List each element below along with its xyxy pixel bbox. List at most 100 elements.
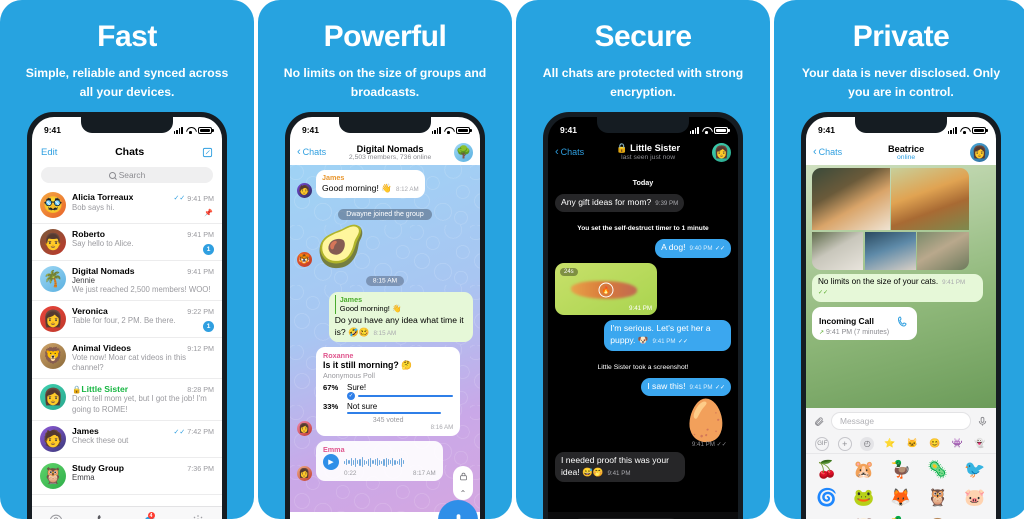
- poll-author: Roxanne: [323, 351, 354, 361]
- avatar-emoji: 👩: [43, 311, 63, 329]
- sticker-item[interactable]: 🦊: [883, 485, 919, 512]
- tab-contacts[interactable]: Contacts: [32, 513, 80, 519]
- table-row[interactable]: 🦉 Study Group 7:36 PM Emma: [32, 458, 222, 495]
- photo-thumbnail[interactable]: [864, 231, 916, 270]
- phone-notch: [339, 117, 431, 133]
- message-input[interactable]: Message: [831, 412, 971, 430]
- photo-album[interactable]: [812, 168, 969, 270]
- message-bubble: No limits on the size of your cats. 9:41 …: [812, 273, 983, 303]
- list-item[interactable]: 🧑 James Good morning! 👋 8:12 AM: [297, 170, 473, 198]
- list-item[interactable]: 🐯 🥑: [297, 227, 473, 267]
- poll-option[interactable]: 67% Sure!: [323, 383, 453, 392]
- table-row[interactable]: 🧑 James ✓✓ 7:42 PM Check these out: [32, 421, 222, 458]
- voice-sender: Emma: [323, 445, 345, 455]
- photo-thumbnail[interactable]: [812, 168, 890, 230]
- sticker-item[interactable]: 🦠: [920, 457, 956, 484]
- sticker[interactable]: 🥑: [316, 227, 366, 267]
- back-button[interactable]: ‹ Chats: [297, 146, 326, 158]
- play-button[interactable]: ▶: [323, 454, 339, 471]
- read-check-icon: ✓✓: [677, 338, 689, 345]
- smiley-sticker-icon[interactable]: 😊: [928, 437, 942, 451]
- sticker-item[interactable]: 🐵: [920, 512, 956, 519]
- table-row[interactable]: 🌴 Digital Nomads 9:41 PM Jennie We just …: [32, 261, 222, 302]
- table-row[interactable]: 🦁 Animal Videos 9:12 PM Vote now! Moar c…: [32, 338, 222, 380]
- table-row[interactable]: 👨 Roberto 9:41 PM Say hello to Alice. 1: [32, 224, 222, 261]
- poll-option-label: Not sure: [347, 402, 378, 412]
- list-item[interactable]: No limits on the size of your cats. 9:41 …: [812, 273, 990, 303]
- sticker-item[interactable]: 🦆: [883, 457, 919, 484]
- record-lock-control[interactable]: ⌃: [453, 466, 473, 500]
- self-destruct-photo[interactable]: 24s 🔥 9:41 PM: [555, 263, 658, 316]
- message-time: 9:41 PM ✓✓: [691, 441, 727, 449]
- call-card[interactable]: Incoming Call ↗ 9:41 PM (7 minutes): [812, 307, 918, 341]
- photo-thumbnail[interactable]: [812, 231, 864, 270]
- chat-name: Alicia Torreaux: [72, 192, 134, 202]
- sticker-item[interactable]: 🌀: [809, 485, 845, 512]
- gif-icon[interactable]: GIF: [815, 436, 830, 451]
- list-item[interactable]: I'm serious. Let's get her a puppy. 🐶 9:4…: [555, 320, 731, 351]
- signal-icon: [173, 126, 183, 134]
- back-button[interactable]: ‹ Chats: [813, 146, 842, 158]
- message-time: 8:12 AM: [395, 185, 419, 193]
- search-input[interactable]: Search: [41, 167, 213, 183]
- tab-calls[interactable]: Calls: [80, 513, 128, 519]
- sticker-item[interactable]: 🦉: [920, 485, 956, 512]
- page-title: Chats: [115, 146, 145, 158]
- table-row[interactable]: 👩 🔒Little Sister 8:28 PM Don't tell mom …: [32, 379, 222, 421]
- edit-button[interactable]: Edit: [41, 147, 57, 158]
- tab-chats[interactable]: 4 Chats: [127, 512, 175, 519]
- message-time: 9:41 PM: [629, 305, 653, 313]
- sticker-item[interactable]: 🐹: [846, 457, 882, 484]
- phone-icon[interactable]: [897, 316, 909, 331]
- panel-subline: All chats are protected with strong encr…: [542, 66, 744, 99]
- table-row[interactable]: 🥸 Alicia Torreaux ✓✓ 9:41 PM Bob says hi.…: [32, 187, 222, 224]
- star-sticker-icon[interactable]: ⭐: [883, 437, 897, 451]
- poll-option[interactable]: 33% Not sure: [323, 402, 453, 411]
- sticker[interactable]: 🥚: [555, 401, 731, 441]
- ghost-sticker-icon[interactable]: 👻: [973, 437, 987, 451]
- avatar[interactable]: 👩: [712, 142, 731, 162]
- list-item[interactable]: A dog! 9:40 PM ✓✓: [555, 239, 731, 259]
- avatar-emoji: 🧑: [43, 430, 63, 448]
- sticker-item[interactable]: 🐢: [957, 512, 993, 519]
- sticker-item[interactable]: 🐶: [846, 512, 882, 519]
- sticker-item[interactable]: 🐷: [957, 485, 993, 512]
- list-item[interactable]: James Good morning! 👋 Do you have any id…: [297, 291, 473, 343]
- voice-message[interactable]: Emma ▶ 0:22 8:17 AM: [316, 441, 443, 482]
- list-item[interactable]: I saw this! 9:41 PM ✓✓: [555, 377, 731, 397]
- avatar: 🧑: [297, 182, 312, 198]
- avatar[interactable]: 👩: [970, 142, 989, 162]
- back-button[interactable]: ‹ Chats: [555, 146, 584, 158]
- sticker-item[interactable]: 🦆: [883, 512, 919, 519]
- list-item[interactable]: Incoming Call ↗ 9:41 PM (7 minutes): [812, 307, 990, 341]
- cat-sticker-icon[interactable]: 🐱: [905, 437, 919, 451]
- photo-thumbnail[interactable]: [891, 168, 969, 230]
- list-item[interactable]: 👩 Roxanne Is it still morning? 🤔 Anonymo…: [297, 347, 473, 437]
- poll-card[interactable]: Roxanne Is it still morning? 🤔 Anonymous…: [316, 347, 461, 437]
- chat-bubbles-icon: 4: [127, 512, 175, 519]
- sticker-grid: 🍒 🐹 🦆 🦠 🐦 🌀 🐸 🦊 🦉 🐷 🦡 🐶: [806, 454, 996, 519]
- photo-thumbnail[interactable]: [917, 231, 969, 270]
- sticker-item[interactable]: 🐸: [846, 485, 882, 512]
- sticker-item[interactable]: 🦡: [809, 512, 845, 519]
- phone-icon: [80, 513, 128, 519]
- tab-settings[interactable]: Settings: [175, 513, 223, 519]
- list-item[interactable]: I needed proof this was your idea! 😅🤭 9:4…: [555, 452, 731, 483]
- sticker-item[interactable]: 🍒: [809, 457, 845, 484]
- avatar: 🧑: [40, 425, 66, 452]
- avatar[interactable]: 🌳: [454, 142, 473, 162]
- clock-icon[interactable]: ◴: [860, 436, 875, 451]
- list-item[interactable]: 24s 🔥 9:41 PM: [555, 263, 731, 316]
- sticker-item[interactable]: 🐦: [957, 457, 993, 484]
- chat-name: Study Group: [72, 462, 125, 473]
- table-row[interactable]: 👩 Veronica 9:22 PM Table for four, 2 PM.…: [32, 301, 222, 339]
- plus-icon[interactable]: +: [837, 436, 852, 451]
- monster-sticker-icon[interactable]: 👾: [950, 437, 964, 451]
- list-item[interactable]: 👩 Emma ▶ 0:22 8:17 AM: [297, 441, 473, 482]
- list-item[interactable]: Any gift ideas for mom? 9:39 PM: [555, 194, 731, 213]
- mic-icon[interactable]: [977, 416, 988, 427]
- compose-icon[interactable]: [202, 147, 213, 158]
- paperclip-icon[interactable]: [814, 416, 825, 427]
- chats-navbar: Edit Chats: [32, 139, 222, 165]
- chat-name: Digital Nomads: [72, 266, 135, 276]
